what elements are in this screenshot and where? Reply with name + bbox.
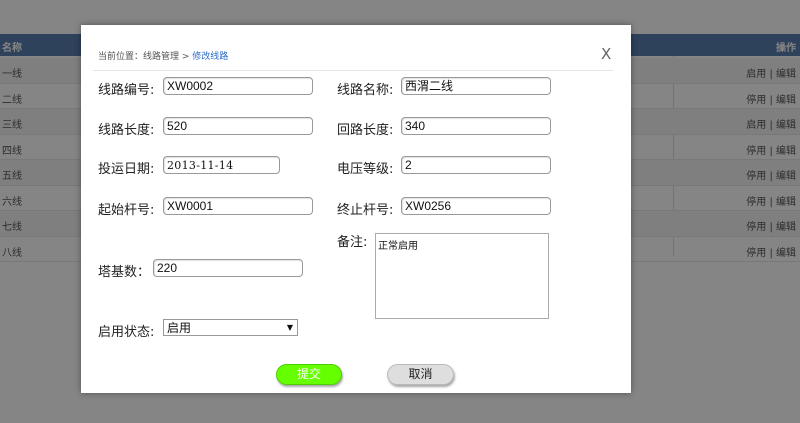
commission-date-input[interactable]: 2013-11-14 <box>163 156 280 174</box>
line-name-input[interactable]: 西渭二线 <box>401 77 551 95</box>
edit-line-dialog: 当前位置：线路管理 > 修改线路 X 线路编号: XW0002 线路名称: 西渭… <box>81 25 631 393</box>
tower-count-label: 塔基数： <box>98 265 151 280</box>
divider <box>93 70 613 71</box>
remarks-label: 备注: <box>337 235 368 250</box>
breadcrumb-current: 修改线路 <box>192 52 229 62</box>
voltage-level-input[interactable]: 2 <box>401 156 551 174</box>
voltage-level-label: 电压等级: <box>337 162 394 177</box>
end-pole-label: 终止杆号: <box>337 203 394 218</box>
dropdown-caret-icon: ▼ <box>286 323 293 332</box>
cancel-button[interactable]: 取消 <box>387 364 454 385</box>
submit-button[interactable]: 提交 <box>276 364 342 385</box>
start-pole-label: 起始杆号: <box>98 203 155 218</box>
start-pole-input[interactable]: XW0001 <box>163 197 313 215</box>
loop-length-label: 回路长度: <box>337 123 394 138</box>
tower-count-input[interactable]: 220 <box>153 259 303 277</box>
breadcrumb: 当前位置：线路管理 > 修改线路 <box>98 49 228 62</box>
line-code-label: 线路编号: <box>98 83 155 98</box>
line-length-label: 线路长度: <box>98 123 155 138</box>
status-select-value: 启用 <box>167 321 192 335</box>
breadcrumb-separator: > <box>179 52 193 62</box>
breadcrumb-prefix: 当前位置： <box>98 52 144 62</box>
loop-length-input[interactable]: 340 <box>401 117 551 135</box>
close-icon[interactable]: X <box>601 45 611 63</box>
line-name-label: 线路名称: <box>337 83 394 98</box>
breadcrumb-parent[interactable]: 线路管理 <box>143 52 179 62</box>
remarks-textarea[interactable]: 正常启用 <box>375 233 549 319</box>
line-code-input[interactable]: XW0002 <box>163 77 313 95</box>
end-pole-input[interactable]: XW0256 <box>401 197 551 215</box>
commission-date-label: 投运日期: <box>98 162 155 177</box>
line-length-input[interactable]: 520 <box>163 117 313 135</box>
status-label: 启用状态: <box>98 325 155 340</box>
status-select[interactable]: 启用 ▼ <box>163 319 298 336</box>
